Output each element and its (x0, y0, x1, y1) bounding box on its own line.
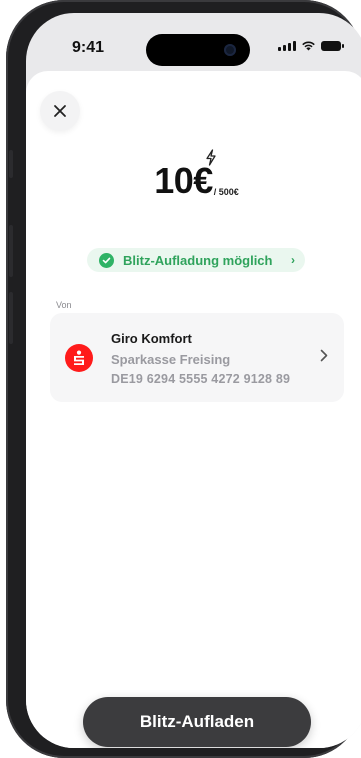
chevron-right-icon: › (291, 253, 295, 267)
instant-top-up-badge[interactable]: Blitz-Aufladung möglich › (87, 248, 305, 272)
status-time: 9:41 (72, 39, 105, 56)
device-mockup: 9:41 10€ / 500€ Blitz-Aufladung möglich … (0, 0, 361, 758)
from-label: Von (56, 300, 72, 310)
wifi-icon (302, 41, 315, 51)
battery-icon (321, 40, 344, 51)
close-icon (54, 105, 66, 117)
account-name: Giro Komfort (111, 331, 192, 346)
phone-frame: 9:41 10€ / 500€ Blitz-Aufladung möglich … (6, 0, 361, 758)
volume-down-button (9, 292, 13, 344)
sparkasse-logo-icon (65, 344, 93, 372)
status-icons (278, 40, 344, 51)
lightning-bolt-icon (206, 149, 216, 166)
volume-up-button (9, 225, 13, 277)
camera-icon (224, 44, 236, 56)
badge-label: Blitz-Aufladung möglich (123, 252, 273, 268)
amount-display: 10€ / 500€ (26, 149, 361, 201)
instant-top-up-button[interactable]: Blitz-Aufladen (83, 697, 311, 747)
dynamic-island (146, 34, 250, 66)
bank-name: Sparkasse Freising (111, 352, 231, 367)
signal-icon (278, 40, 296, 51)
screen: 9:41 10€ / 500€ Blitz-Aufladung möglich … (26, 13, 361, 748)
top-up-sheet: 10€ / 500€ Blitz-Aufladung möglich › Von… (26, 71, 361, 748)
amount-limit: / 500€ (213, 187, 239, 197)
close-button[interactable] (40, 91, 80, 131)
check-circle-icon (99, 252, 114, 268)
chevron-right-icon (320, 349, 328, 362)
amount-value: 10€ (154, 160, 213, 201)
account-iban: DE19 6294 5555 4272 9128 89 (111, 372, 291, 386)
silent-switch (9, 150, 13, 178)
source-account-card[interactable]: Giro Komfort Sparkasse Freising DE19 629… (50, 313, 344, 402)
